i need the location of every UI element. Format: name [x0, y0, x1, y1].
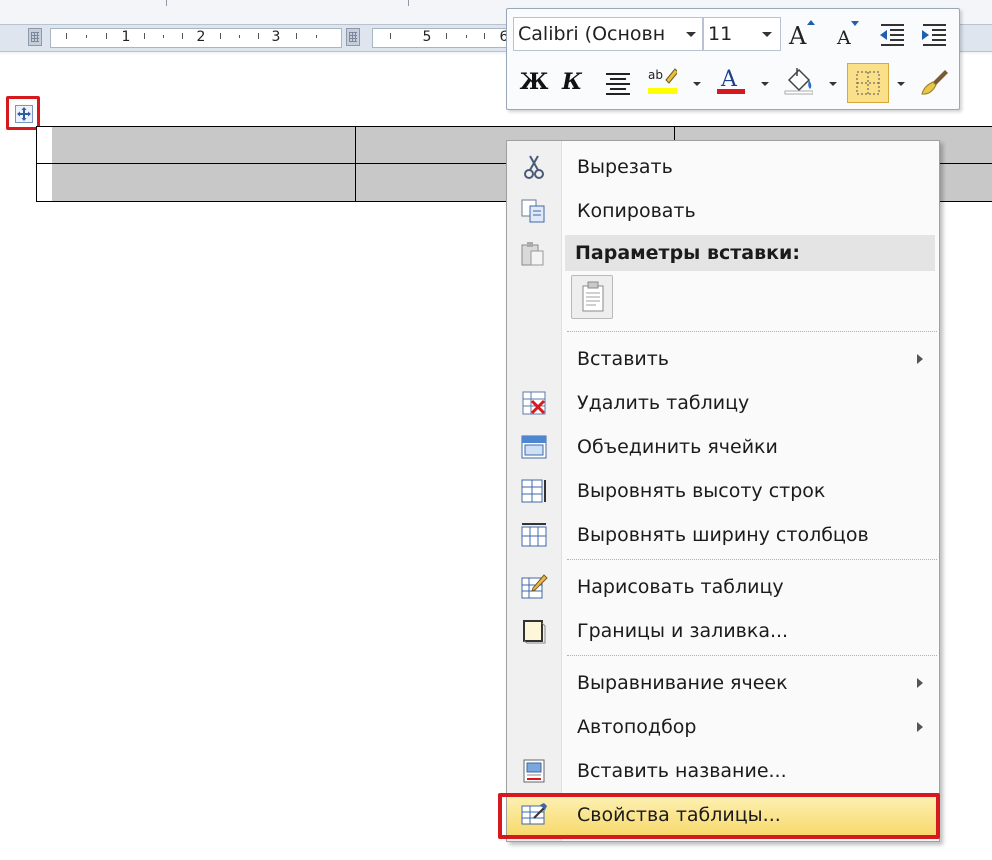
menu-item-label: Вырезать	[577, 156, 673, 178]
chevron-down-icon[interactable]	[686, 32, 696, 37]
ruler-left-margin	[6, 28, 20, 46]
highlight-button[interactable]: ab	[647, 65, 677, 95]
svg-text:A: A	[720, 67, 738, 92]
menu-separator	[567, 655, 937, 656]
context-menu[interactable]: Вырезать Копировать Параметры вставки: В…	[506, 140, 940, 842]
menu-item-insert[interactable]: Вставить	[509, 339, 937, 379]
table-cell-shade	[52, 127, 355, 163]
ruler-number: 2	[196, 29, 206, 45]
menu-item-cell-alignment[interactable]: Выравнивание ячеек	[509, 663, 937, 703]
menu-item-label: Объединить ячейки	[577, 436, 778, 458]
menu-separator	[567, 331, 937, 332]
bold-button[interactable]: Ж	[519, 67, 549, 97]
menu-item-label: Удалить таблицу	[577, 392, 750, 414]
menu-item-label: Вставить	[577, 348, 670, 370]
chevron-down-icon[interactable]	[761, 82, 769, 86]
paintbrush-icon	[921, 70, 948, 95]
ruler-column-marker[interactable]	[346, 28, 360, 46]
paste-options-label: Параметры вставки:	[575, 242, 800, 264]
shrink-font-button[interactable]: A	[833, 19, 863, 49]
menu-item-label: Копировать	[577, 200, 696, 222]
highlight-frame	[498, 793, 940, 839]
shading-button[interactable]	[783, 65, 813, 95]
menu-item-delete-table[interactable]: Удалить таблицу	[509, 383, 937, 423]
menu-item-label: Выравнивание ячеек	[577, 672, 788, 694]
increase-indent-button[interactable]	[919, 19, 949, 49]
font-size-value: 11	[708, 23, 733, 45]
svg-text:A: A	[788, 22, 807, 49]
delete-table-icon	[519, 389, 549, 417]
font-size-combobox[interactable]: 11	[703, 17, 781, 51]
menu-item-copy[interactable]: Копировать	[509, 191, 937, 231]
menu-item-cut[interactable]: Вырезать	[509, 147, 937, 187]
font-color-button[interactable]: A	[715, 65, 745, 95]
table-move-handle[interactable]	[6, 96, 40, 130]
ruler-number: 1	[121, 29, 131, 45]
svg-text:A: A	[836, 27, 851, 49]
grow-font-button[interactable]: A	[787, 19, 817, 49]
font-name-value: Calibri (Основн	[518, 23, 666, 45]
paint-bucket-icon	[784, 68, 813, 95]
ruler-top-divider	[408, 0, 409, 6]
copy-icon	[519, 197, 549, 225]
font-name-combobox[interactable]: Calibri (Основн	[513, 17, 703, 51]
menu-item-label: Границы и заливка...	[577, 620, 789, 642]
menu-item-distribute-columns[interactable]: Выровнять ширину столбцов	[509, 515, 937, 555]
format-painter-button[interactable]	[919, 67, 949, 97]
menu-item-label: Выровнять ширину столбцов	[577, 524, 869, 546]
ruler-column-marker[interactable]	[28, 28, 42, 46]
paste-document-icon	[582, 281, 604, 312]
align-center-icon	[606, 73, 630, 95]
menu-item-borders-shading[interactable]: Границы и заливка...	[509, 611, 937, 651]
chevron-down-icon[interactable]	[897, 82, 905, 86]
chevron-down-icon[interactable]	[693, 82, 701, 86]
submenu-arrow-icon	[917, 354, 923, 364]
menu-item-autofit[interactable]: Автоподбор	[509, 707, 937, 747]
align-center-button[interactable]	[603, 67, 633, 97]
ruler-body	[372, 28, 514, 48]
paste-keep-formatting-button[interactable]	[571, 275, 613, 319]
menu-item-label: Вставить название...	[577, 760, 787, 782]
paste-options-header: Параметры вставки:	[565, 235, 935, 271]
merge-cells-icon	[519, 433, 549, 461]
borders-icon	[856, 71, 880, 95]
mini-toolbar[interactable]: Calibri (Основн 11 A A Ж К ab A	[506, 8, 960, 110]
insert-caption-icon	[519, 757, 549, 785]
table-cell-shade	[52, 164, 355, 201]
menu-item-distribute-rows[interactable]: Выровнять высоту строк	[509, 471, 937, 511]
chevron-down-icon[interactable]	[762, 32, 772, 37]
menu-item-insert-caption[interactable]: Вставить название...	[509, 751, 937, 791]
clipboard-icon	[519, 241, 549, 269]
font-color-icon: A	[717, 67, 745, 94]
shrink-font-icon: A	[836, 21, 859, 49]
svg-text:ab: ab	[648, 68, 663, 82]
menu-item-label: Автоподбор	[577, 716, 697, 738]
submenu-arrow-icon	[917, 722, 923, 732]
menu-item-label: Выровнять высоту строк	[577, 480, 826, 502]
draw-table-icon	[519, 573, 549, 601]
decrease-indent-button[interactable]	[877, 19, 907, 49]
grow-font-icon: A	[788, 20, 815, 49]
italic-button[interactable]: К	[557, 67, 587, 97]
ruler-top-divider	[166, 0, 167, 6]
borders-shading-icon	[519, 617, 549, 645]
ruler-number: 5	[422, 29, 432, 45]
menu-item-merge-cells[interactable]: Объединить ячейки	[509, 427, 937, 467]
highlighter-icon: ab	[648, 68, 677, 94]
move-icon	[15, 105, 33, 123]
borders-button[interactable]	[847, 63, 889, 103]
distribute-columns-icon	[519, 521, 549, 549]
submenu-arrow-icon	[917, 678, 923, 688]
distribute-rows-icon	[519, 477, 549, 505]
menu-item-label: Нарисовать таблицу	[577, 576, 784, 598]
chevron-down-icon[interactable]	[829, 82, 837, 86]
increase-indent-icon	[922, 24, 946, 46]
ruler-number: 3	[271, 29, 281, 45]
decrease-indent-icon	[880, 24, 904, 46]
menu-separator	[567, 559, 937, 560]
menu-item-draw-table[interactable]: Нарисовать таблицу	[509, 567, 937, 607]
scissors-icon	[519, 153, 549, 181]
